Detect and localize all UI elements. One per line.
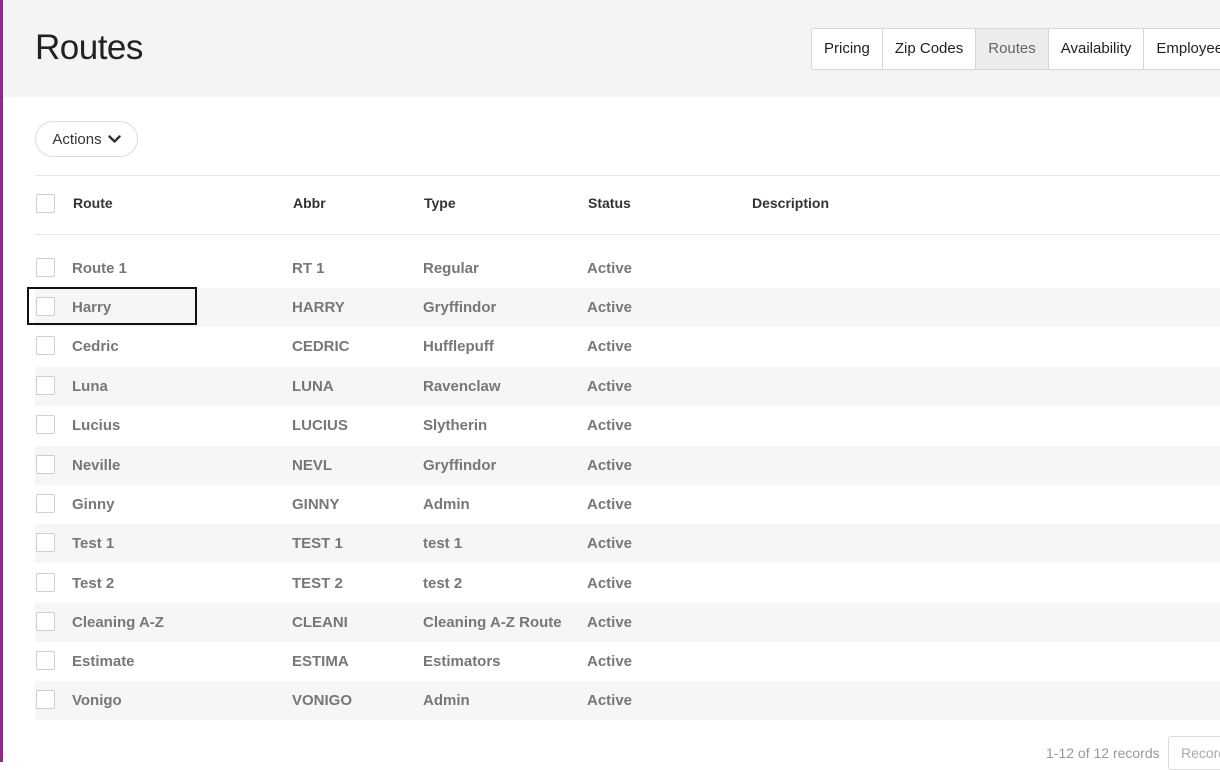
cell-status: Active	[587, 299, 633, 316]
row-checkbox[interactable]	[36, 336, 55, 355]
cell-route[interactable]: Test 2	[72, 575, 114, 592]
cell-abbr: VONIGO	[292, 692, 353, 709]
row-checkbox[interactable]	[36, 690, 55, 709]
cell-route[interactable]: Route 1	[72, 260, 127, 277]
cell-type: test 2	[423, 575, 463, 592]
cell-status: Active	[587, 496, 633, 513]
tab-zip-codes[interactable]: Zip Codes	[883, 29, 977, 69]
table-top-divider	[35, 175, 1220, 176]
row-checkbox[interactable]	[36, 297, 55, 316]
table-row[interactable]: Vonigo VONIGO Admin Active	[35, 681, 1220, 720]
cell-status: Active	[587, 575, 633, 592]
table-row[interactable]: Neville NEVL Gryffindor Active	[35, 446, 1220, 485]
cell-status: Active	[587, 260, 633, 277]
cell-type: Cleaning A-Z Route	[423, 614, 562, 631]
cell-status: Active	[587, 653, 633, 670]
select-all-checkbox[interactable]	[36, 194, 55, 213]
table-row[interactable]: Cleaning A-Z CLEANI Cleaning A-Z Route Acti…	[35, 603, 1220, 642]
cell-route[interactable]: Vonigo	[72, 692, 122, 709]
records-per-page-button[interactable]: Records	[1168, 736, 1220, 770]
column-header-route[interactable]: Route	[73, 195, 113, 211]
row-checkbox[interactable]	[36, 258, 55, 277]
cell-status: Active	[587, 614, 633, 631]
row-checkbox[interactable]	[36, 533, 55, 552]
cell-abbr: ESTIMA	[292, 653, 349, 670]
chevron-down-icon	[107, 134, 121, 144]
row-checkbox[interactable]	[36, 612, 55, 631]
row-checkbox[interactable]	[36, 376, 55, 395]
cell-abbr: RT 1	[292, 260, 325, 277]
tab-availability[interactable]: Availability	[1049, 29, 1145, 69]
cell-abbr: LUNA	[292, 378, 334, 395]
cell-route[interactable]: Cedric	[72, 338, 119, 355]
cell-route[interactable]: Test 1	[72, 535, 114, 552]
page-header: Routes Pricing Zip Codes Routes Availabi…	[3, 0, 1220, 97]
table-row[interactable]: Ginny GINNY Admin Active	[35, 485, 1220, 524]
table-header-divider	[35, 234, 1220, 235]
cell-type: Regular	[423, 260, 479, 277]
cell-status: Active	[587, 457, 633, 474]
section-tabs: Pricing Zip Codes Routes Availability Em…	[811, 28, 1220, 70]
tab-pricing[interactable]: Pricing	[812, 29, 883, 69]
cell-type: Gryffindor	[423, 299, 497, 316]
row-checkbox[interactable]	[36, 651, 55, 670]
cell-status: Active	[587, 535, 633, 552]
cell-type: Ravenclaw	[423, 378, 501, 395]
cell-status: Active	[587, 417, 633, 434]
row-checkbox[interactable]	[36, 415, 55, 434]
cell-abbr: TEST 2	[292, 575, 343, 592]
cell-route[interactable]: Neville	[72, 457, 120, 474]
table-row[interactable]: Cedric CEDRIC Hufflepuff Active	[35, 327, 1220, 366]
cell-route[interactable]: Lucius	[72, 417, 120, 434]
cell-status: Active	[587, 338, 633, 355]
table-row[interactable]: Test 2 TEST 2 test 2 Active	[35, 564, 1220, 603]
page-title: Routes	[35, 28, 143, 67]
cell-abbr: CLEANI	[292, 614, 348, 631]
table-row[interactable]: Estimate ESTIMA Estimators Active	[35, 642, 1220, 681]
cell-route[interactable]: Harry	[72, 299, 111, 316]
cell-type: Admin	[423, 496, 470, 513]
actions-dropdown-button[interactable]: Actions	[35, 121, 138, 157]
cell-type: Admin	[423, 692, 470, 709]
cell-abbr: LUCIUS	[292, 417, 348, 434]
cell-abbr: GINNY	[292, 496, 340, 513]
cell-type: Slytherin	[423, 417, 488, 434]
column-header-status[interactable]: Status	[588, 195, 631, 211]
table-row[interactable]: Harry HARRY Gryffindor Active	[35, 288, 1220, 327]
cell-type: Gryffindor	[423, 457, 497, 474]
cell-type: test 1	[423, 535, 463, 552]
table-row[interactable]: Test 1 TEST 1 test 1 Active	[35, 524, 1220, 563]
cell-abbr: NEVL	[292, 457, 333, 474]
table-row[interactable]: Luna LUNA Ravenclaw Active	[35, 367, 1220, 406]
cell-type: Hufflepuff	[423, 338, 494, 355]
cell-abbr: HARRY	[292, 299, 345, 316]
row-checkbox[interactable]	[36, 573, 55, 592]
cell-status: Active	[587, 378, 633, 395]
table-row[interactable]: Route 1 RT 1 Regular Active	[35, 249, 1220, 288]
tab-employees[interactable]: Employees	[1144, 29, 1220, 69]
cell-route[interactable]: Cleaning A-Z	[72, 614, 164, 631]
record-count: 1-12 of 12 records	[1046, 745, 1160, 761]
cell-status: Active	[587, 692, 633, 709]
column-header-abbr[interactable]: Abbr	[293, 195, 326, 211]
table-row[interactable]: Lucius LUCIUS Slytherin Active	[35, 406, 1220, 445]
left-accent-bar	[0, 0, 3, 762]
actions-label: Actions	[52, 130, 102, 148]
column-header-type[interactable]: Type	[424, 195, 456, 211]
cell-abbr: TEST 1	[292, 535, 343, 552]
cell-type: Estimators	[423, 653, 501, 670]
cell-route[interactable]: Luna	[72, 378, 108, 395]
row-checkbox[interactable]	[36, 494, 55, 513]
row-checkbox[interactable]	[36, 455, 55, 474]
cell-route[interactable]: Ginny	[72, 496, 115, 513]
cell-route[interactable]: Estimate	[72, 653, 135, 670]
cell-abbr: CEDRIC	[292, 338, 350, 355]
tab-routes[interactable]: Routes	[976, 29, 1049, 69]
column-header-description[interactable]: Description	[752, 195, 829, 211]
